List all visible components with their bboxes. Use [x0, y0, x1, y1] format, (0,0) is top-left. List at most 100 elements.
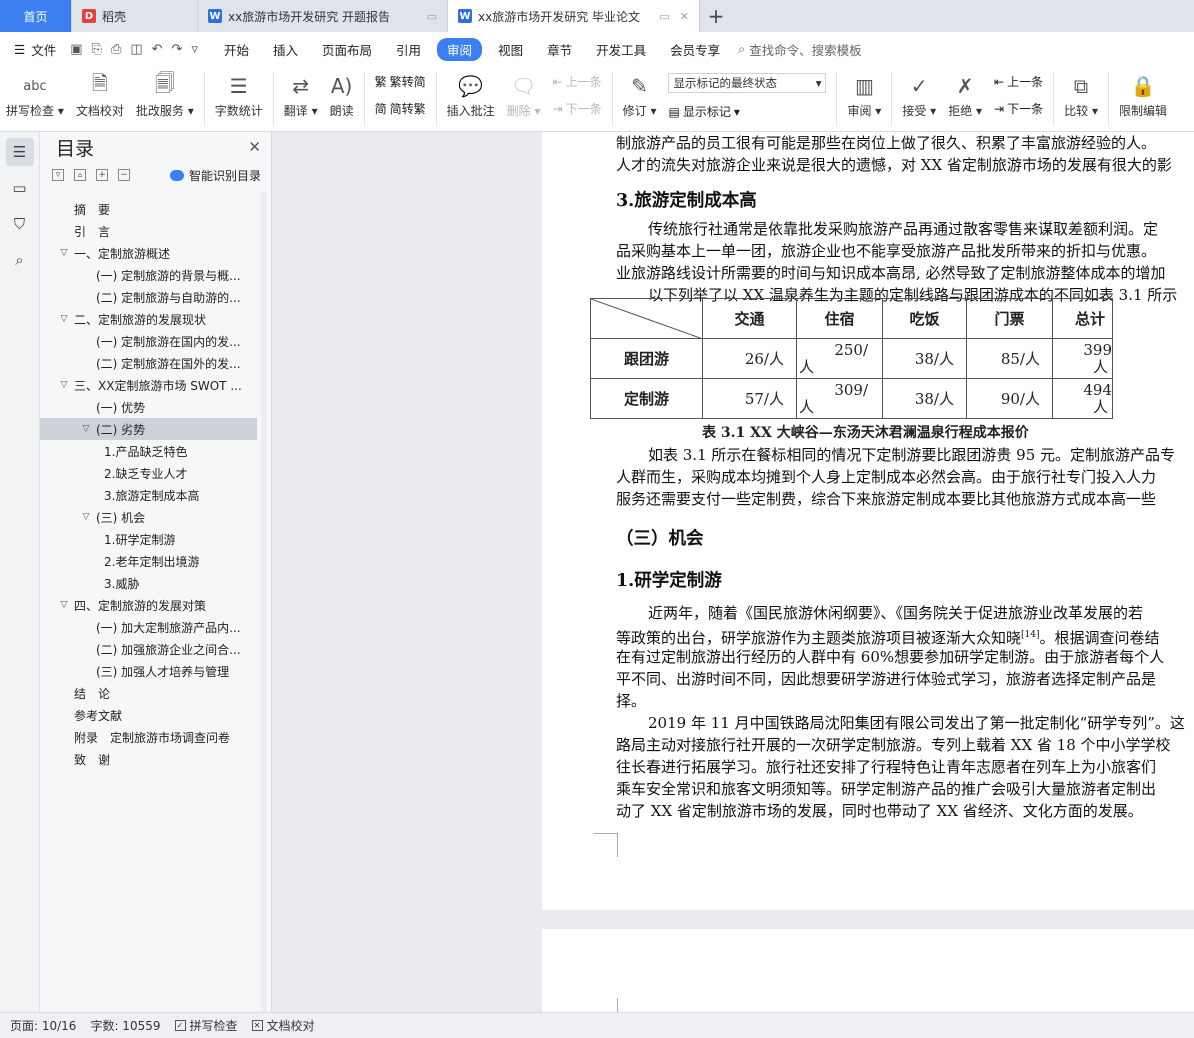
redo-icon[interactable]: ↷: [172, 42, 183, 57]
command-search[interactable]: ⌕ 查找命令、搜索模板: [738, 40, 862, 59]
revise-button[interactable]: ✎ 修订 ▾: [617, 70, 663, 119]
toc-item[interactable]: (一) 加大定制旅游产品内...: [40, 616, 271, 638]
toc-scrollbar[interactable]: [261, 192, 267, 1012]
nav-strip: ☰ ▭ ⛉ ⌕: [0, 132, 40, 1012]
close-icon[interactable]: ✕: [248, 138, 261, 156]
print-preview-icon[interactable]: ◫: [130, 42, 142, 57]
word-doc-icon: W: [208, 9, 222, 23]
toc-item[interactable]: ▽ 二、定制旅游的发展现状: [40, 308, 271, 330]
doc-check-button[interactable]: 🗎 文档校对: [70, 70, 130, 119]
toc-item[interactable]: (一) 优势: [40, 396, 271, 418]
toc-item[interactable]: (一) 定制旅游在国内的发...: [40, 330, 271, 352]
chapter-nav-icon[interactable]: ▭: [6, 174, 34, 202]
doc-line: 2019 年 11 月中国铁路局沈阳集团有限公司发出了第一批定制化“研学专列”。…: [648, 714, 1185, 732]
citation[interactable]: [14]: [1021, 630, 1039, 640]
toc-item[interactable]: 摘 要: [40, 198, 271, 220]
toc-item[interactable]: ▽ (三) 机会: [40, 506, 271, 528]
toc-item[interactable]: (二) 加强旅游企业之间合...: [40, 638, 271, 660]
print-icon[interactable]: ⎙: [111, 42, 121, 57]
toc-item[interactable]: 3.旅游定制成本高: [40, 484, 271, 506]
collapse-all-icon[interactable]: ▿: [52, 169, 64, 181]
review-pane-button[interactable]: ▥ 审阅 ▾: [841, 70, 887, 119]
show-markup-button[interactable]: ▤ 显示标记 ▾: [668, 103, 826, 120]
tab-home[interactable]: 首页: [0, 0, 72, 32]
next-comment-button[interactable]: ⇥ 下一条: [553, 100, 602, 117]
word-count-button[interactable]: ☰ 字数统计: [209, 70, 269, 119]
read-aloud-button[interactable]: A) 朗读: [324, 70, 360, 119]
reject-button[interactable]: ✗ 拒绝 ▾: [942, 70, 988, 119]
chevron-down-icon[interactable]: ▽: [58, 248, 70, 258]
menu-developer[interactable]: 开发工具: [584, 40, 658, 59]
toc-item[interactable]: 1.研学定制游: [40, 528, 271, 550]
restrict-edit-button[interactable]: 🔒 限制编辑: [1113, 70, 1173, 119]
toc-item[interactable]: ▽ (二) 劣势: [40, 418, 257, 440]
toc-item[interactable]: 3.威胁: [40, 572, 271, 594]
markup-state-select[interactable]: 显示标记的最终状态 ▾: [668, 73, 827, 93]
chevron-down-icon[interactable]: ▽: [80, 424, 92, 434]
checkbox-icon: ✓: [174, 1020, 186, 1031]
spell-check-button[interactable]: abc 拼写检查 ▾: [0, 70, 70, 119]
menu-insert[interactable]: 插入: [261, 40, 310, 59]
insert-comment-button[interactable]: 💬 插入批注: [441, 70, 501, 119]
toc-item[interactable]: (二) 定制旅游在国外的发...: [40, 352, 271, 374]
toc-item[interactable]: 2.老年定制出境游: [40, 550, 271, 572]
page-indicator[interactable]: 页面: 10/16: [10, 1017, 76, 1034]
prev-comment-button[interactable]: ⇤ 上一条: [553, 73, 602, 90]
menu-home[interactable]: 开始: [212, 40, 261, 59]
expand-all-icon[interactable]: ▵: [74, 169, 86, 181]
search-icon[interactable]: ⌕: [6, 246, 34, 274]
toc-item[interactable]: ▽ 三、XX定制旅游市场 SWOT ...: [40, 374, 271, 396]
toc-item[interactable]: 结 论: [40, 682, 271, 704]
toc-item[interactable]: ▽ 一、定制旅游概述: [40, 242, 271, 264]
bookmark-icon[interactable]: ⛉: [6, 210, 34, 238]
format-painter-icon[interactable]: ⎘: [92, 42, 102, 57]
chevron-down-icon[interactable]: ▿: [191, 42, 198, 57]
new-tab-icon[interactable]: +: [700, 0, 732, 32]
file-menu[interactable]: ☰ 文件: [0, 40, 66, 59]
translate-button[interactable]: ⇄ 翻译 ▾: [278, 70, 324, 119]
menu-chapter[interactable]: 章节: [535, 40, 584, 59]
tab-proposal[interactable]: W xx旅游市场开发研究 开题报告 ▭: [198, 0, 448, 32]
prev-revision-button[interactable]: ⇤ 上一条: [994, 73, 1043, 90]
save-icon[interactable]: ▣: [70, 42, 82, 57]
proofread-toggle[interactable]: ✕ 文档校对: [251, 1017, 315, 1034]
chevron-down-icon[interactable]: ▽: [80, 512, 92, 522]
accept-button[interactable]: ✓ 接受 ▾: [896, 70, 942, 119]
toc-item[interactable]: (二) 定制旅游与自助游的...: [40, 286, 271, 308]
toc-item[interactable]: 1.产品缺乏特色: [40, 440, 271, 462]
chevron-down-icon[interactable]: ▽: [58, 600, 70, 610]
toc-item[interactable]: 附录 定制旅游市场调查问卷: [40, 726, 271, 748]
toc-icon[interactable]: ☰: [5, 138, 34, 166]
smart-toc-button[interactable]: 智能识别目录: [169, 167, 261, 184]
next-revision-button[interactable]: ⇥ 下一条: [994, 100, 1043, 117]
compare-button[interactable]: ⧉ 比较 ▾: [1058, 70, 1104, 119]
tab-thesis[interactable]: W xx旅游市场开发研究 毕业论文 ▭ ✕: [448, 0, 700, 32]
docer-icon: D: [82, 9, 96, 23]
close-tab-icon[interactable]: ✕: [680, 10, 689, 23]
menu-review[interactable]: 审阅: [437, 37, 483, 61]
undo-icon[interactable]: ↶: [152, 42, 163, 57]
toc-item[interactable]: 引 言: [40, 220, 271, 242]
menu-page-layout[interactable]: 页面布局: [310, 40, 384, 59]
delete-comment-button[interactable]: 🗨 删除 ▾: [501, 70, 547, 119]
chevron-down-icon[interactable]: ▽: [58, 314, 70, 324]
add-heading-icon[interactable]: +: [96, 169, 108, 181]
toc-item[interactable]: 致 谢: [40, 748, 271, 770]
word-count-indicator[interactable]: 字数: 10559: [90, 1017, 160, 1034]
toc-item[interactable]: (三) 加强人才培养与管理: [40, 660, 271, 682]
spell-check-toggle[interactable]: ✓ 拼写检查: [174, 1017, 238, 1034]
tab-docer[interactable]: D 稻壳: [72, 0, 198, 32]
toc-item[interactable]: (一) 定制旅游的背景与概...: [40, 264, 271, 286]
toc-item[interactable]: 2.缺乏专业人才: [40, 462, 271, 484]
chevron-down-icon[interactable]: ▽: [58, 380, 70, 390]
toc-item[interactable]: 参考文献: [40, 704, 271, 726]
trad-to-simp-button[interactable]: 繁繁转简: [375, 73, 426, 90]
simp-to-trad-button[interactable]: 简简转繁: [375, 100, 426, 117]
menu-references[interactable]: 引用: [384, 40, 433, 59]
annotate-service-button[interactable]: 🗐 批改服务 ▾: [130, 70, 200, 119]
menu-member[interactable]: 会员专享: [658, 40, 732, 59]
toc-item[interactable]: ▽ 四、定制旅游的发展对策: [40, 594, 271, 616]
menu-view[interactable]: 视图: [486, 40, 535, 59]
doc-line: 乘车安全常识和旅客文明须知等。研学定制游产品的推广会吸引大量旅游者定制出: [616, 780, 1157, 798]
remove-heading-icon[interactable]: −: [118, 169, 130, 181]
